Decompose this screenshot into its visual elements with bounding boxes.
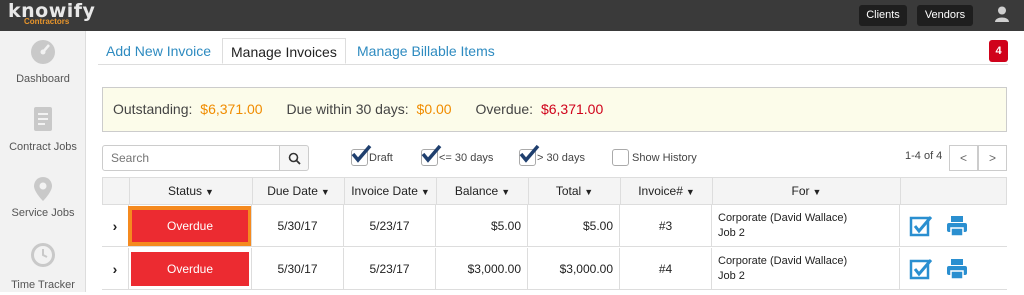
outstanding-value: $6,371.00: [200, 101, 263, 117]
header-invoice-date[interactable]: Invoice Date ▼: [344, 178, 436, 204]
header-balance[interactable]: Balance ▼: [436, 178, 528, 204]
show-history-label: Show History: [632, 152, 697, 164]
header-for-label: For: [791, 184, 810, 198]
draft-filter-label: Draft: [369, 152, 393, 164]
due-value: $0.00: [416, 101, 452, 117]
for-cell: Corporate (David Wallace) Job 2: [711, 248, 899, 290]
sidebar-item-service-jobs[interactable]: Service Jobs: [0, 165, 86, 225]
table-header: Status ▼ Due Date ▼ Invoice Date ▼ Balance ▼…: [102, 177, 1007, 205]
search-icon: [288, 152, 301, 165]
actions-cell: [899, 205, 1007, 247]
invoice-date-cell: 5/23/17: [343, 205, 435, 247]
pagination-text: 1-4 of 4: [905, 150, 943, 162]
for-cell: Corporate (David Wallace) Job 2: [711, 205, 899, 247]
edit-check-icon[interactable]: [909, 257, 933, 281]
status-cell: Overdue: [128, 248, 251, 290]
top-bar: knowify Contractors Clients Vendors: [0, 0, 1024, 31]
dashboard-icon: [31, 40, 55, 64]
show-history-checkbox[interactable]: [612, 149, 629, 166]
status-badge[interactable]: Overdue: [128, 206, 252, 246]
sort-caret-icon: ▼: [205, 187, 214, 197]
balance-cell: $5.00: [435, 205, 527, 247]
header-invoice-number-label: Invoice#: [638, 184, 683, 198]
header-status-label: Status: [168, 184, 203, 198]
logo-subtext: Contractors: [24, 17, 70, 26]
actions-cell: [899, 248, 1007, 290]
tab-add-new-invoice[interactable]: Add New Invoice: [106, 38, 211, 64]
header-due-date-label: Due Date: [267, 184, 318, 198]
search-button[interactable]: [279, 145, 309, 171]
expand-row-icon[interactable]: ›: [102, 205, 128, 247]
header-invoice-date-label: Invoice Date: [351, 184, 418, 198]
le30-filter-label: <= 30 days: [439, 152, 494, 164]
sidebar-item-dashboard[interactable]: Dashboard: [0, 31, 86, 91]
sort-caret-icon: ▼: [420, 187, 430, 197]
edit-check-icon[interactable]: [909, 214, 933, 238]
overdue-label: Overdue:: [475, 101, 534, 117]
sidebar-label-service-jobs: Service Jobs: [11, 207, 75, 219]
print-icon[interactable]: [945, 257, 969, 281]
tab-manage-invoices[interactable]: Manage Invoices: [222, 38, 346, 64]
total-cell: $3,000.00: [527, 248, 619, 290]
due-label: Due within 30 days:: [286, 101, 409, 117]
status-badge[interactable]: Overdue: [131, 252, 249, 286]
next-page-button[interactable]: >: [978, 145, 1007, 171]
due-date-cell: 5/30/17: [251, 205, 343, 247]
sort-caret-icon: ▼: [584, 187, 594, 197]
invoice-number-cell: #3: [619, 205, 711, 247]
clock-icon: [31, 243, 55, 267]
tab-manage-billable-items[interactable]: Manage Billable Items: [357, 38, 495, 64]
sort-caret-icon: ▼: [501, 187, 511, 197]
sidebar-label-time-tracker: Time Tracker: [11, 279, 75, 291]
table-row[interactable]: › Overdue 5/30/17 5/23/17 $5.00 $5.00 #3…: [102, 205, 1007, 247]
for-client: Corporate (David Wallace): [718, 212, 848, 224]
header-due-date[interactable]: Due Date ▼: [252, 178, 344, 204]
for-job: Job 2: [718, 227, 745, 239]
header-for[interactable]: For ▼: [712, 178, 900, 204]
expand-row-icon[interactable]: ›: [102, 248, 128, 290]
sort-caret-icon: ▼: [685, 187, 695, 197]
gt30-filter-label: > 30 days: [537, 152, 586, 164]
invoice-number-cell: #4: [619, 248, 711, 290]
overdue-value: $6,371.00: [540, 101, 604, 117]
notification-badge[interactable]: 4: [989, 40, 1008, 62]
contract-icon: [34, 107, 52, 131]
sidebar-label-contract-jobs: Contract Jobs: [9, 141, 77, 153]
status-cell: Overdue: [128, 205, 252, 247]
logo[interactable]: knowify Contractors: [8, 0, 95, 31]
sort-caret-icon: ▼: [812, 187, 822, 197]
header-balance-label: Balance: [454, 184, 499, 198]
outstanding-label: Outstanding:: [113, 101, 193, 117]
clients-button[interactable]: Clients: [859, 5, 907, 26]
header-total-label: Total: [555, 184, 582, 198]
vendors-button[interactable]: Vendors: [917, 5, 973, 26]
sidebar-item-contract-jobs[interactable]: Contract Jobs: [0, 97, 86, 157]
header-status[interactable]: Status ▼: [129, 178, 252, 204]
sidebar-item-time-tracker[interactable]: Time Tracker: [0, 235, 86, 295]
balance-cell: $3,000.00: [435, 248, 527, 290]
invoice-summary: Outstanding: $6,371.00 Due within 30 day…: [102, 87, 1007, 132]
sort-caret-icon: ▼: [320, 187, 330, 197]
for-job: Job 2: [718, 270, 745, 282]
total-cell: $5.00: [527, 205, 619, 247]
header-invoice-number[interactable]: Invoice# ▼: [620, 178, 712, 204]
print-icon[interactable]: [945, 214, 969, 238]
header-total[interactable]: Total ▼: [528, 178, 620, 204]
for-client: Corporate (David Wallace): [718, 255, 848, 267]
invoice-date-cell: 5/23/17: [343, 248, 435, 290]
due-date-cell: 5/30/17: [251, 248, 343, 290]
table-row[interactable]: › Overdue 5/30/17 5/23/17 $3,000.00 $3,0…: [102, 248, 1007, 290]
location-pin-icon: [34, 177, 52, 201]
sidebar: Dashboard Contract Jobs Service Jobs Tim…: [0, 31, 86, 292]
user-icon[interactable]: [995, 6, 1009, 22]
header-actions: [900, 178, 1006, 204]
prev-page-button[interactable]: <: [949, 145, 978, 171]
search-input[interactable]: [102, 145, 280, 171]
sidebar-label-dashboard: Dashboard: [16, 73, 70, 85]
